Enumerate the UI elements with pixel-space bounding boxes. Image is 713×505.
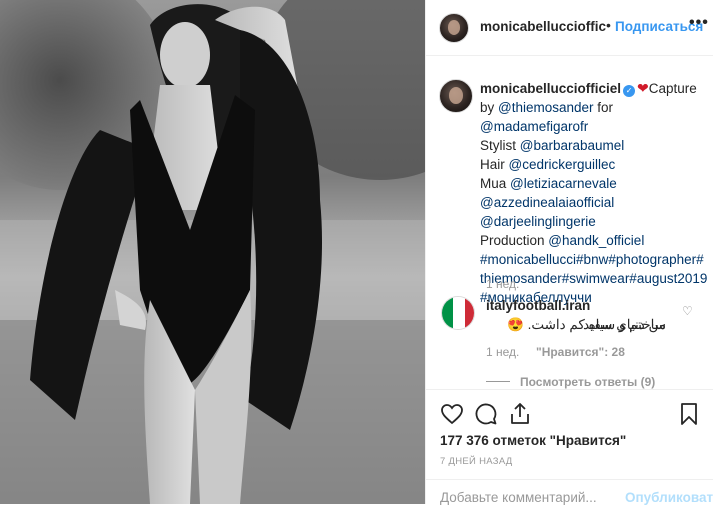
view-replies-button[interactable]: Посмотреть ответы (9) (520, 375, 655, 389)
comment-bubble-icon[interactable] (474, 402, 498, 426)
post-actions: 177 376 отметок "Нравится" 7 ДНЕЙ НАЗАД … (426, 389, 713, 505)
comment-time[interactable]: 1 нед. (486, 345, 519, 359)
comment-input[interactable] (440, 490, 610, 505)
mention-magazine[interactable]: @madamefigarofr (480, 119, 588, 134)
verified-badge-icon: ✓ (623, 85, 636, 97)
bookmark-icon[interactable] (677, 402, 701, 426)
caption-production-label: Production (480, 233, 549, 248)
post-side-panel: monicabelluccioffic • Подписаться ••• mo… (425, 0, 713, 505)
caption-word-capture: Capture (648, 81, 697, 96)
mention-hair[interactable]: @cedrickerguillec (509, 157, 616, 172)
likes-count[interactable]: 177 376 отметок "Нравится" (440, 433, 626, 448)
comment-text-line-2: ساختم و سیاه کم داشت. (527, 317, 666, 332)
caption-for: for (593, 100, 614, 115)
comment-like-heart-icon[interactable]: ♡ (682, 304, 693, 318)
post-date[interactable]: 7 ДНЕЙ НАЗАД (440, 456, 513, 467)
author-avatar[interactable] (439, 13, 469, 43)
caption-stylist-label: Stylist (480, 138, 520, 153)
caption-hair-label: Hair (480, 157, 509, 172)
replies-divider (486, 381, 510, 382)
caption-by: by (480, 100, 499, 115)
mention-photographer[interactable]: @thiemosander (498, 100, 594, 115)
more-icon[interactable]: ••• (689, 14, 709, 32)
caption-username[interactable]: monicabellucciofficiel (480, 81, 621, 96)
share-icon[interactable] (508, 402, 532, 426)
hashtags-line-1[interactable]: #monicabellucci#bnw#photographer# (480, 252, 704, 267)
comment-likes[interactable]: "Нравится": 28 (536, 345, 625, 359)
caption-mua-label: Mua (480, 176, 511, 191)
mention-stylist[interactable]: @barbarabaumel (520, 138, 625, 153)
instagram-post: monicabelluccioffic • Подписаться ••• mo… (0, 0, 713, 505)
caption-author-avatar[interactable] (439, 79, 473, 113)
commenter-avatar[interactable] (441, 296, 475, 330)
add-comment-row: Опубликовать (426, 479, 713, 505)
mention-production[interactable]: @handk_officiel (548, 233, 644, 248)
like-heart-icon[interactable] (440, 402, 464, 426)
post-header: monicabelluccioffic • Подписаться ••• (426, 0, 713, 56)
post-caption: monicabellucciofficiel ✓ ❤Capture by @thie… (480, 79, 707, 307)
caption-time[interactable]: 1 нед. (486, 277, 519, 291)
heart-emoji: ❤ (637, 80, 649, 96)
post-photo-image (0, 0, 425, 504)
author-username[interactable]: monicabelluccioffic (480, 19, 606, 34)
mention-brand-1[interactable]: @azzedinealaiaofficial (480, 195, 614, 210)
comment-emoji: 😍 (507, 317, 524, 332)
mention-mua[interactable]: @letiziacarnevale (510, 176, 617, 191)
publish-button[interactable]: Опубликовать (625, 490, 713, 505)
post-photo[interactable] (0, 0, 425, 504)
mention-brand-2[interactable]: @darjeelinglingerie (480, 214, 596, 229)
header-separator-dot: • (606, 17, 611, 33)
commenter-username[interactable]: italyfootball.iran (486, 298, 590, 313)
